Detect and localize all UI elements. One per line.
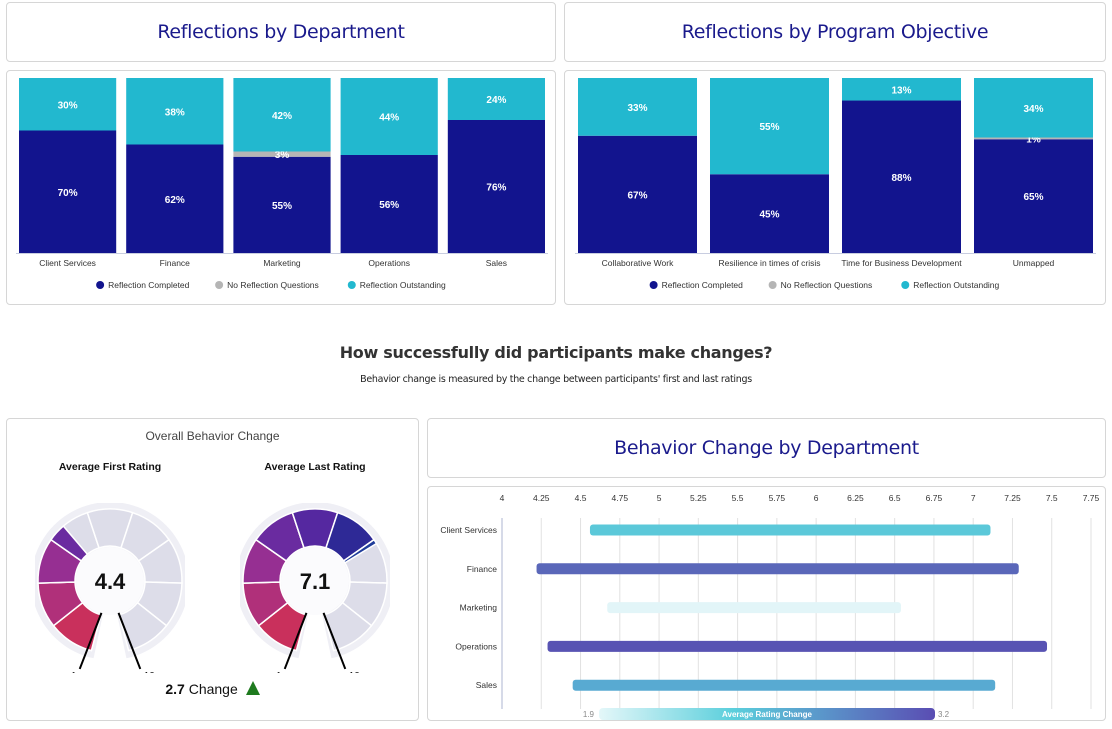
change-summary: 2.7 Change	[7, 681, 418, 697]
legend-label[interactable]: Reflection Outstanding	[360, 280, 446, 290]
dept-chart-title: Reflections by Department	[157, 21, 405, 43]
overall-behavior-change-card: Overall Behavior Change Average First Ra…	[6, 418, 419, 721]
x-tick-label: 4	[500, 493, 505, 503]
color-scale-label: Average Rating Change	[722, 710, 812, 719]
category-label: Client Services	[39, 258, 96, 268]
category-label: Operations	[368, 258, 410, 268]
change-value: 2.7	[165, 681, 185, 697]
objective-chart-card: 67% 33% Collaborative Work 45% 55% Resilience…	[564, 70, 1106, 305]
data-label: 55%	[759, 122, 779, 133]
data-label: 45%	[759, 210, 779, 221]
range-bar[interactable]	[572, 679, 996, 691]
legend-label[interactable]: No Reflection Questions	[781, 280, 873, 290]
dept-chart-card: 70% 30% Client Services 62% 38% Finance 55% 3% 4…	[6, 70, 556, 305]
data-label: 24%	[486, 95, 506, 106]
legend-marker	[347, 281, 356, 289]
x-tick-label: 6.25	[847, 493, 864, 503]
category-label: Sales	[476, 680, 497, 690]
data-label: 44%	[379, 113, 399, 124]
legend-label[interactable]: No Reflection Questions	[227, 280, 319, 290]
section-subtitle: Behavior change is measured by the chang…	[360, 374, 752, 385]
dept-stacked-chart: 70% 30% Client Services 62% 38% Finance 55% 3% 4…	[16, 78, 548, 290]
gauge-panel-title: Overall Behavior Change	[145, 429, 280, 443]
category-label: Unmapped	[1013, 258, 1055, 268]
gauge-min-label: 1	[71, 671, 77, 673]
section-title: How successfully did participants make c…	[339, 343, 773, 362]
up-arrow-icon	[245, 681, 260, 695]
data-label: 38%	[165, 107, 185, 118]
data-label: 13%	[891, 85, 911, 96]
x-tick-label: 5.5	[732, 493, 744, 503]
category-label: Marketing	[263, 258, 301, 268]
data-label: 76%	[486, 183, 506, 194]
last-rating-gauge: 1 10 7.1	[240, 503, 390, 673]
x-tick-label: 5.75	[769, 493, 786, 503]
gauge-max-label: 10	[349, 671, 361, 673]
x-tick-label: 4.5	[575, 493, 587, 503]
color-scale-min: 1.9	[583, 710, 595, 719]
data-label: 70%	[58, 188, 78, 199]
range-bar[interactable]	[547, 640, 1048, 652]
range-bar[interactable]	[607, 602, 901, 614]
data-label: 34%	[1023, 104, 1043, 115]
x-tick-label: 6	[814, 493, 819, 503]
data-label: 88%	[891, 173, 911, 184]
data-label: 62%	[165, 195, 185, 206]
category-label: Marketing	[460, 603, 498, 613]
data-label: 33%	[627, 103, 647, 114]
change-label: Change	[188, 681, 238, 697]
x-tick-label: 4.25	[533, 493, 550, 503]
objective-stacked-chart: 67% 33% Collaborative Work 45% 55% Resilience…	[575, 78, 1096, 290]
category-label: Operations	[455, 641, 497, 651]
x-tick-label: 5.25	[690, 493, 707, 503]
x-tick-label: 6.75	[926, 493, 943, 503]
first-rating-label: Average First Rating	[58, 461, 162, 473]
category-label: Sales	[486, 258, 507, 268]
gauge-value: 4.4	[95, 569, 126, 594]
category-label: Client Services	[440, 525, 497, 535]
legend-marker	[901, 281, 910, 289]
legend-label[interactable]: Reflection Completed	[108, 280, 190, 290]
legend-label[interactable]: Reflection Completed	[662, 280, 744, 290]
legend-marker	[649, 281, 658, 289]
legend-marker	[96, 281, 105, 289]
gauge-min-label: 1	[276, 671, 282, 673]
category-label: Time for Business Development	[841, 258, 962, 268]
data-label: 56%	[379, 200, 399, 211]
range-bar[interactable]	[589, 524, 991, 536]
data-label: 67%	[627, 190, 647, 201]
objective-title-card: Reflections by Program Objective	[564, 2, 1106, 62]
legend-marker	[215, 281, 224, 289]
color-scale-max: 3.2	[938, 710, 950, 719]
behavior-chart-title: Behavior Change by Department	[614, 437, 919, 459]
first-rating-gauge: 1 10 4.4	[35, 503, 185, 673]
x-tick-label: 5	[657, 493, 662, 503]
legend-marker	[768, 281, 777, 289]
gauge-value: 7.1	[300, 569, 331, 594]
legend-label[interactable]: Reflection Outstanding	[913, 280, 999, 290]
behavior-title-card: Behavior Change by Department	[427, 418, 1106, 478]
category-label: Finance	[160, 258, 191, 268]
category-label: Finance	[467, 564, 498, 574]
x-tick-label: 7.5	[1046, 493, 1058, 503]
behavior-chart-card: 4 4.25 4.5 4.75 5 5.25 5.5 5.75 6 6.25 6.5 6.75 7 7.2…	[427, 486, 1106, 721]
category-label: Resilience in times of crisis	[718, 258, 820, 268]
x-tick-label: 6.5	[889, 493, 901, 503]
behavior-range-chart: 4 4.25 4.5 4.75 5 5.25 5.5 5.75 6 6.25 6.5 6.75 7 7.2…	[440, 493, 1100, 720]
category-label: Collaborative Work	[602, 258, 674, 268]
objective-chart-title: Reflections by Program Objective	[681, 21, 989, 43]
data-label: 42%	[272, 111, 292, 122]
data-label: 55%	[272, 201, 292, 212]
x-tick-label: 7.75	[1083, 493, 1100, 503]
data-label: 3%	[275, 150, 290, 161]
gauge-max-label: 10	[144, 671, 156, 673]
x-tick-label: 7.25	[1004, 493, 1021, 503]
last-rating-label: Average Last Rating	[264, 461, 366, 473]
range-bar[interactable]	[536, 563, 1019, 575]
x-tick-label: 4.75	[612, 493, 629, 503]
x-tick-label: 7	[971, 493, 976, 503]
data-label: 30%	[58, 100, 78, 111]
dept-title-card: Reflections by Department	[6, 2, 556, 62]
data-label: 65%	[1023, 192, 1043, 203]
